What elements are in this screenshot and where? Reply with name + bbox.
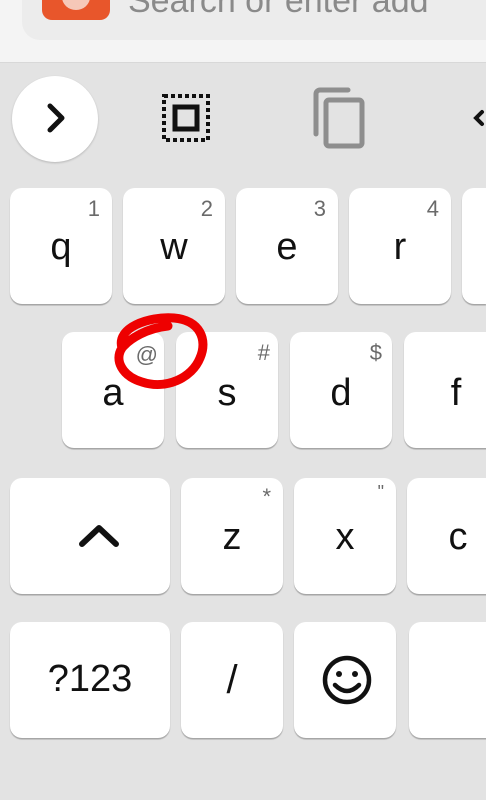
key-q-label: q	[50, 226, 72, 268]
copy-icon[interactable]	[308, 86, 368, 150]
key-a-label: a	[102, 372, 124, 414]
key-x[interactable]: " x	[294, 478, 396, 594]
shift-up-icon	[79, 525, 119, 547]
key-z-label: z	[222, 516, 242, 558]
key-e-hint: 3	[313, 196, 326, 221]
key-a[interactable]: @ a	[62, 332, 164, 448]
key-f[interactable]: f	[404, 332, 486, 448]
key-w-label: w	[160, 226, 188, 268]
key-r-hint: 4	[426, 196, 439, 221]
key-a-hint: @	[135, 342, 158, 367]
symbols-key-label: ?123	[47, 658, 133, 700]
key-t-partial[interactable]	[462, 188, 486, 304]
key-c-label: c	[448, 516, 468, 558]
chevron-left-icon[interactable]	[470, 106, 486, 130]
key-s-label: s	[217, 372, 237, 414]
key-c[interactable]: c	[407, 478, 486, 594]
key-r[interactable]: 4 r	[349, 188, 451, 304]
smiley-icon	[322, 655, 372, 705]
key-d-label: d	[330, 372, 352, 414]
key-slash-label: /	[226, 658, 238, 702]
symbols-key[interactable]: ?123	[10, 622, 170, 738]
key-r-label: r	[393, 226, 407, 268]
key-w-hint: 2	[200, 196, 213, 221]
key-slash[interactable]: /	[181, 622, 283, 738]
select-all-icon[interactable]	[160, 92, 212, 144]
emoji-key[interactable]	[294, 622, 396, 738]
key-z[interactable]: * z	[181, 478, 283, 594]
key-e-label: e	[276, 226, 298, 268]
space-key-partial[interactable]	[409, 622, 486, 738]
key-s-hint: #	[257, 340, 270, 365]
key-q-hint: 1	[87, 196, 100, 221]
key-x-hint: "	[377, 482, 384, 502]
key-q[interactable]: 1 q	[10, 188, 112, 304]
key-d-hint: $	[369, 340, 382, 365]
chevron-right-icon	[47, 103, 65, 133]
key-w[interactable]: 2 w	[123, 188, 225, 304]
key-d[interactable]: $ d	[290, 332, 392, 448]
key-e[interactable]: 3 e	[236, 188, 338, 304]
key-s[interactable]: # s	[176, 332, 278, 448]
browser-app-icon[interactable]	[42, 0, 110, 20]
browser-top-area: Search or enter add	[0, 0, 486, 63]
address-bar-placeholder: Search or enter add	[128, 0, 429, 20]
shift-key[interactable]	[10, 478, 170, 594]
key-x-label: x	[335, 516, 355, 558]
key-f-label: f	[450, 372, 462, 414]
key-z-hint: *	[262, 484, 271, 509]
expand-toolbar-button[interactable]	[12, 76, 98, 162]
